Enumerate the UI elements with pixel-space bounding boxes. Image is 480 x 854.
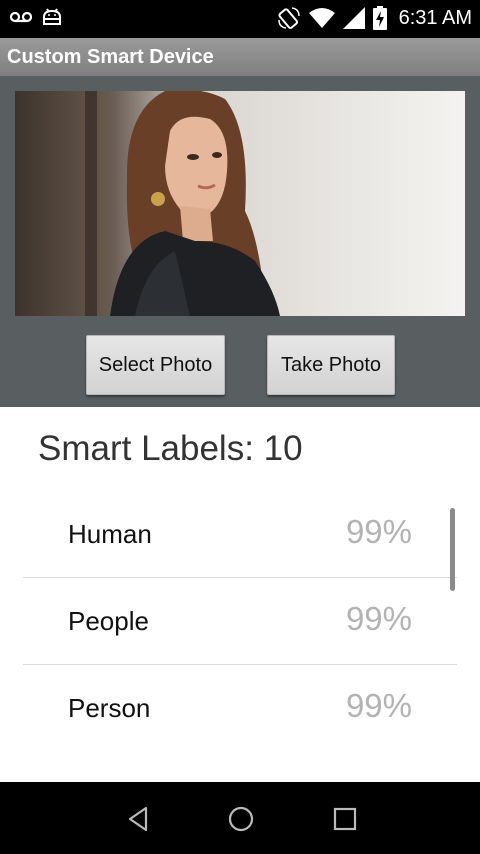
list-scrollbar[interactable]: [450, 508, 455, 591]
recents-button[interactable]: [325, 802, 365, 836]
list-item[interactable]: People 99%: [23, 578, 457, 665]
status-left-icons: [10, 8, 62, 26]
battery-charging-icon: [372, 6, 387, 30]
select-photo-button[interactable]: Select Photo: [86, 335, 225, 395]
labels-section: Smart Labels: 10 Human 99% People 99% Pe…: [0, 407, 480, 782]
label-percent: 99%: [345, 687, 412, 724]
take-photo-button[interactable]: Take Photo: [267, 335, 395, 395]
portrait-photo: [15, 91, 465, 316]
signal-icon: [342, 7, 365, 29]
back-button[interactable]: [118, 802, 158, 836]
labels-heading: Smart Labels: 10: [38, 429, 303, 468]
recents-icon: [333, 807, 357, 831]
app-title: Custom Smart Device: [7, 45, 214, 68]
home-icon: [228, 806, 254, 832]
android-icon: [43, 8, 61, 25]
rotate-icon: [277, 7, 300, 29]
photo-panel: Select Photo Take Photo: [0, 76, 480, 407]
status-right-icons: 6:31 AM: [277, 6, 472, 30]
labels-list[interactable]: Human 99% People 99% Person 99%: [23, 491, 457, 751]
label-percent: 99%: [345, 513, 412, 550]
clock: 6:31 AM: [398, 6, 472, 29]
label-name: Human: [68, 519, 152, 549]
status-bar: 6:31 AM: [0, 0, 480, 38]
label-name: Person: [68, 693, 151, 723]
label-name: People: [68, 606, 149, 636]
voicemail-icon: [10, 11, 32, 23]
label-percent: 99%: [345, 600, 412, 637]
list-item[interactable]: Human 99%: [23, 491, 457, 578]
list-item[interactable]: Person 99%: [23, 665, 457, 751]
home-button[interactable]: [221, 802, 261, 836]
app-title-bar: Custom Smart Device: [0, 38, 480, 76]
navigation-bar: [0, 782, 480, 854]
wifi-icon: [308, 8, 335, 28]
back-icon: [128, 806, 148, 832]
selected-photo: [15, 91, 465, 316]
